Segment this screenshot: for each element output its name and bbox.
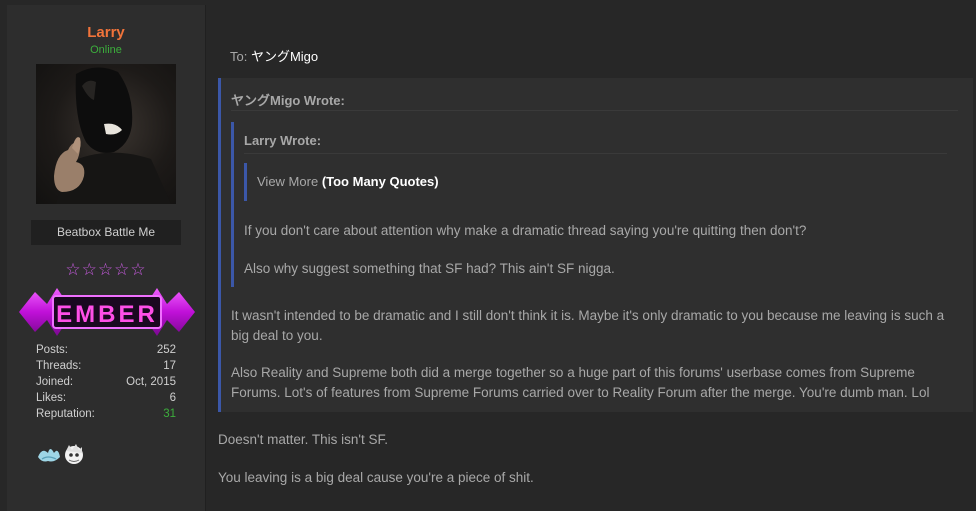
reply-paragraph: Doesn't matter. This isn't SF.: [218, 432, 388, 447]
wings-award-icon[interactable]: [38, 449, 60, 462]
stat-value: 31: [163, 408, 176, 420]
stat-value: 252: [156, 344, 176, 356]
stat-label: Joined:: [36, 376, 74, 388]
user-panel: Larry Online Beatbox Battle Me ☆☆☆☆☆ EMB…: [7, 5, 206, 511]
stat-value: Oct, 2015: [126, 376, 176, 388]
award-badges: [38, 444, 83, 464]
view-more-link[interactable]: View More: [257, 174, 318, 189]
quote-paragraph: It wasn't intended to be dramatic and I …: [231, 308, 945, 343]
too-many-quotes-label: (Too Many Quotes): [321, 174, 439, 189]
stat-value: 17: [163, 360, 176, 372]
quote-author: ヤングMigo Wrote:: [231, 90, 958, 111]
stat-joined: Joined: Oct, 2015: [36, 374, 176, 390]
recipient-link[interactable]: ヤングMigo: [251, 49, 318, 64]
recipient-line: To: ヤングMigo: [230, 46, 318, 65]
user-title: Beatbox Battle Me: [31, 220, 181, 245]
quote-paragraph: Also Reality and Supreme both did a merg…: [231, 365, 930, 400]
nested-quote-paragraph: If you don't care about attention why ma…: [244, 223, 807, 238]
quote-block: ヤングMigo Wrote: Larry Wrote: View More (T…: [218, 78, 973, 412]
stat-likes: Likes: 6: [36, 390, 176, 406]
user-stats: Posts: 252 Threads: 17 Joined: Oct, 2015…: [36, 342, 176, 422]
stat-reputation: Reputation: 31: [36, 406, 176, 422]
stat-label: Threads:: [36, 360, 82, 372]
ghost-award-icon[interactable]: [65, 444, 83, 464]
rank-banner-icon: EMBER: [19, 288, 195, 336]
forum-post: Larry Online Beatbox Battle Me ☆☆☆☆☆ EMB…: [0, 0, 976, 511]
stat-value: 6: [169, 392, 176, 404]
to-label: To:: [230, 49, 248, 64]
username-link[interactable]: Larry: [7, 24, 205, 41]
nested-quote-block: Larry Wrote: View More (Too Many Quotes)…: [231, 122, 964, 287]
post-body: To: ヤングMigo ヤングMigo Wrote: Larry Wrote: …: [206, 5, 976, 511]
collapsed-quote: View More (Too Many Quotes): [244, 163, 544, 201]
stat-label: Reputation:: [36, 408, 95, 420]
avatar-image: [54, 67, 171, 204]
rank-label: EMBER: [56, 301, 158, 328]
stat-posts: Posts: 252: [36, 342, 176, 358]
stat-threads: Threads: 17: [36, 358, 176, 374]
stat-label: Posts:: [36, 344, 68, 356]
stat-label: Likes:: [36, 392, 67, 404]
nested-quote-paragraph: Also why suggest something that SF had? …: [244, 261, 615, 276]
reply-paragraph: You leaving is a big deal cause you're a…: [218, 470, 534, 485]
nested-quote-author: Larry Wrote:: [244, 133, 947, 154]
rank-stars-icon: ☆☆☆☆☆: [65, 260, 147, 279]
avatar[interactable]: [36, 64, 176, 204]
online-status: Online: [90, 44, 122, 56]
